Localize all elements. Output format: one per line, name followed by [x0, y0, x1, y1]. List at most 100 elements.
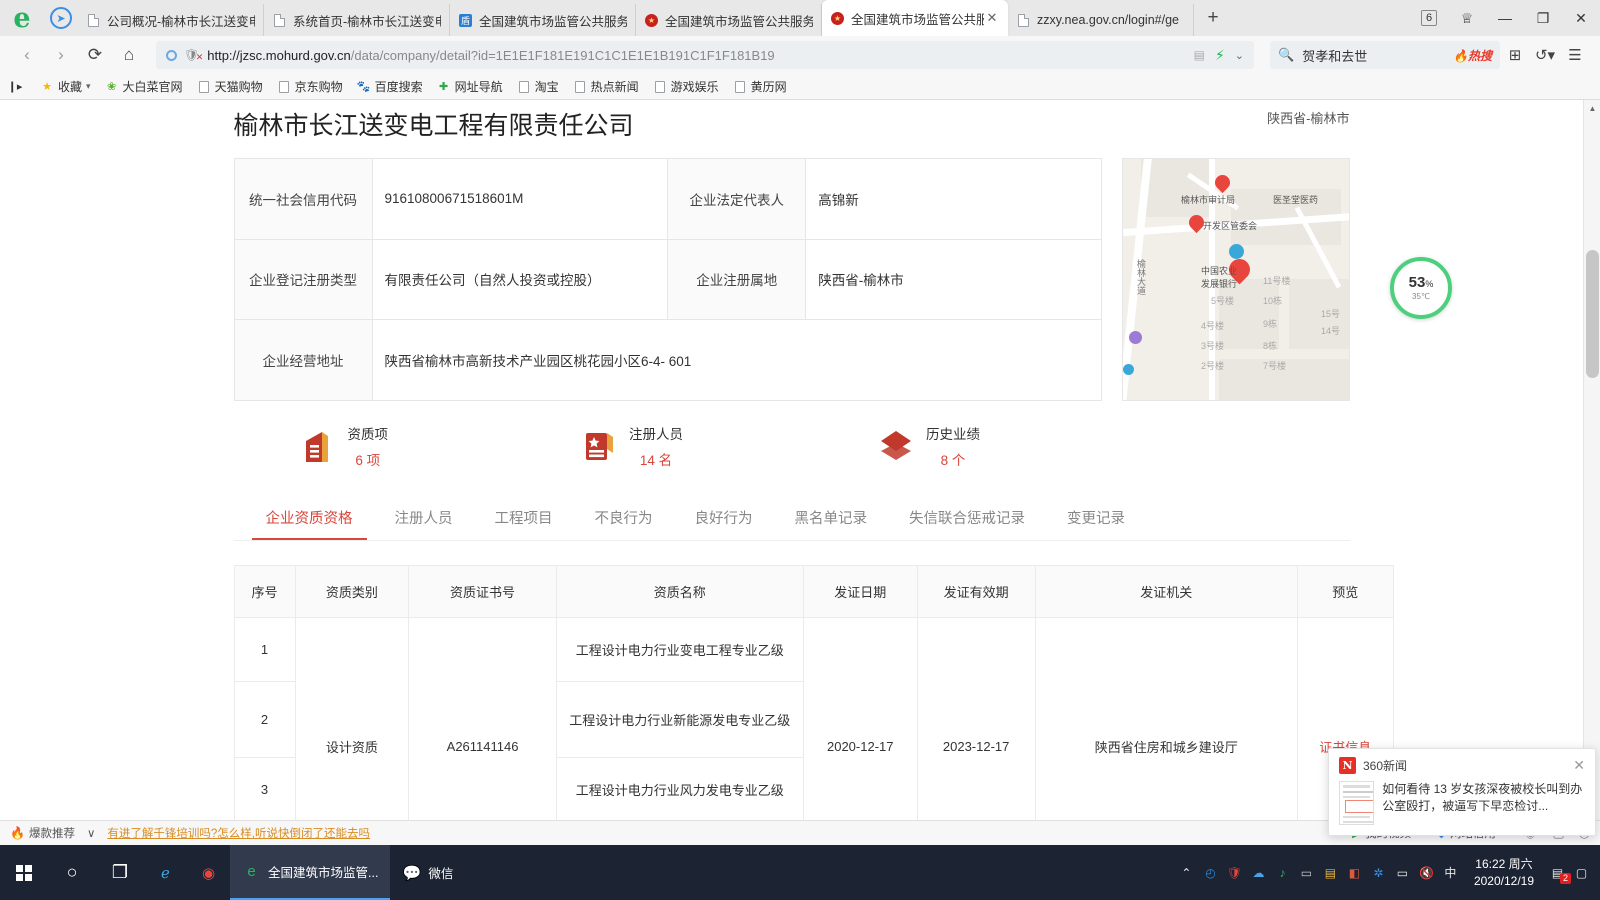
bookmark-item-jd[interactable]: 京东购物: [277, 78, 343, 95]
scrollbar-thumb[interactable]: [1586, 250, 1599, 378]
action-center-icon[interactable]: ▢: [1573, 864, 1590, 881]
promo-ad-link[interactable]: 有进了解千锋培训吗?怎么样,听说快倒闭了还能去吗: [107, 825, 370, 841]
chevron-down-icon[interactable]: ▾: [86, 81, 91, 92]
search-value: 贺孝和去世: [1302, 46, 1367, 65]
info-value: 有限责任公司（自然人投资或控股）: [372, 239, 668, 320]
page-info-icon[interactable]: [166, 50, 177, 61]
navigator-icon[interactable]: ➤: [44, 0, 78, 36]
notifications-icon[interactable]: ▤2: [1549, 864, 1566, 881]
url-input[interactable]: 🛡✕ http://jzsc.mohurd.gov.cn/data/compan…: [156, 41, 1254, 69]
bookmark-item-games[interactable]: 游戏娱乐: [653, 78, 719, 95]
location-map[interactable]: 榆林市审计局 医圣堂医药 开发区管委会 中国农业 发展银行 11号楼 5号楼 1…: [1122, 158, 1349, 401]
close-icon[interactable]: ✕: [984, 10, 1000, 26]
apps-grid-icon[interactable]: ▤: [1194, 48, 1205, 62]
new-tab-button[interactable]: +: [1194, 0, 1232, 36]
weather-widget[interactable]: 53% 35℃: [1390, 257, 1452, 319]
tab-count-badge[interactable]: 6: [1410, 0, 1448, 36]
app-icon[interactable]: ◧: [1346, 864, 1363, 881]
close-window-button[interactable]: ✕: [1562, 0, 1600, 36]
music-icon[interactable]: ♪: [1274, 864, 1291, 881]
bookmark-label: 天猫购物: [215, 78, 263, 95]
battery-icon[interactable]: ▭: [1394, 864, 1411, 881]
scroll-up-arrow[interactable]: ▲: [1584, 100, 1600, 117]
back-button[interactable]: ‹: [10, 40, 44, 70]
browser-tab-1[interactable]: 系统首页-榆林市长江送变电: [264, 4, 450, 36]
cloud-icon[interactable]: ☁: [1250, 864, 1267, 881]
stat-value: 6 项: [348, 449, 389, 469]
tab-bad-behavior[interactable]: 不良行为: [581, 495, 667, 540]
bookmark-label: 网址导航: [455, 78, 503, 95]
shield-icon[interactable]: 🛡: [1226, 864, 1243, 881]
taskbar-app-label: 全国建筑市场监管...: [268, 862, 378, 881]
bookmark-panel-toggle[interactable]: ❙▸: [8, 80, 26, 94]
bookmark-item-favorites[interactable]: ★ 收藏 ▾: [40, 78, 91, 95]
taskbar-clock[interactable]: 16:22 周六 2020/12/19: [1474, 856, 1534, 888]
browser-tab-5[interactable]: zzxy.nea.gov.cn/login#/ge: [1008, 4, 1194, 36]
minimize-button[interactable]: —: [1486, 0, 1524, 36]
folder-icon[interactable]: ▤: [1322, 864, 1339, 881]
bookmark-item-almanac[interactable]: 黄历网: [733, 78, 787, 95]
forward-button[interactable]: ›: [44, 40, 78, 70]
lightning-icon[interactable]: ⚡: [1215, 47, 1225, 64]
tab-title: 系统首页-榆林市长江送变电: [293, 11, 441, 30]
doc-icon: [653, 80, 667, 94]
hot-search-badge[interactable]: 🔥热搜: [1453, 47, 1492, 64]
bookmark-item-taobao[interactable]: 淘宝: [517, 78, 559, 95]
maximize-button[interactable]: ❐: [1524, 0, 1562, 36]
taskbar-app-edge[interactable]: ℯ: [144, 845, 187, 900]
tab-good-behavior[interactable]: 良好行为: [681, 495, 767, 540]
bookmark-item-dabaicai[interactable]: ❀ 大白菜官网: [105, 78, 183, 95]
news-popup-body[interactable]: 如何看待 13 岁女孩深夜被校长叫到办公室殴打，被逼写下早恋检讨...: [1339, 781, 1585, 825]
certificate-icon: [583, 429, 617, 463]
history-back-icon[interactable]: ↺▾: [1530, 40, 1560, 70]
start-button[interactable]: [0, 845, 48, 900]
stat-registered-staff[interactable]: 注册人员 14 名: [583, 423, 683, 469]
news-notification-popup[interactable]: N 360新闻 ✕ 如何看待 13 岁女孩深夜被校长叫到办公室殴打，被逼写下早恋…: [1328, 748, 1596, 836]
browser-tab-3[interactable]: ★ 全国建筑市场监管公共服务: [636, 4, 822, 36]
page-scrollbar[interactable]: ▲ ▼: [1583, 100, 1600, 820]
stat-history-performance[interactable]: 历史业绩 8 个: [878, 423, 980, 469]
shield-blocked-icon[interactable]: 🛡✕: [184, 48, 199, 62]
extensions-icon[interactable]: ⊞: [1500, 40, 1530, 70]
bookmark-item-baidu[interactable]: 🐾 百度搜索: [357, 78, 423, 95]
browser-window: e ➤ 公司概况-榆林市长江送变电 系统首页-榆林市长江送变电 盾 全国建筑市场…: [0, 0, 1600, 845]
window-controls: 6 ♕ — ❐ ✕: [1410, 0, 1600, 36]
taskbar-app-wechat[interactable]: 💬 微信: [390, 845, 465, 900]
column-header: 预览: [1297, 566, 1393, 618]
tab-registered-staff[interactable]: 注册人员: [381, 495, 467, 540]
ime-icon[interactable]: 中: [1442, 864, 1459, 881]
browser-tab-2[interactable]: 盾 全国建筑市场监管公共服务: [450, 4, 636, 36]
browser-tab-4-active[interactable]: ★ 全国建筑市场监管公共服务 ✕: [822, 0, 1008, 36]
search-input[interactable]: 🔍 贺孝和去世 🔥热搜: [1270, 41, 1500, 69]
bluetooth-icon[interactable]: ✲: [1370, 864, 1387, 881]
chevron-down-icon[interactable]: ⌄: [1235, 49, 1244, 62]
stat-title: 历史业绩: [926, 423, 980, 443]
bookmark-item-news[interactable]: 热点新闻: [573, 78, 639, 95]
promo-label[interactable]: 🔥 爆款推荐: [10, 825, 75, 841]
column-header: 序号: [234, 566, 295, 618]
tab-qualifications[interactable]: 企业资质资格: [252, 495, 367, 540]
taskbar-app-chrome[interactable]: ◉: [187, 845, 230, 900]
tab-projects[interactable]: 工程项目: [481, 495, 567, 540]
stat-qualifications[interactable]: 资质项 6 项: [302, 423, 389, 469]
close-icon[interactable]: ✕: [1573, 757, 1585, 774]
skin-icon[interactable]: ♕: [1448, 0, 1486, 36]
search-button[interactable]: ○: [48, 845, 96, 900]
volume-muted-icon[interactable]: 🔇: [1418, 864, 1435, 881]
task-view-button[interactable]: ❐: [96, 845, 144, 900]
home-icon[interactable]: ⌂: [112, 40, 146, 70]
tab-dishonesty[interactable]: 失信联合惩戒记录: [895, 495, 1039, 540]
reload-icon[interactable]: ⟳: [78, 40, 112, 70]
promo-caret[interactable]: ∨: [87, 826, 95, 840]
tray-expand-icon[interactable]: ⌃: [1178, 864, 1195, 881]
taskbar-left: ○ ❐ ℯ ◉ e 全国建筑市场监管... 💬 微信: [0, 845, 465, 900]
taskbar-app-browser-active[interactable]: e 全国建筑市场监管...: [230, 845, 390, 900]
bookmark-item-nav[interactable]: ✚ 网址导航: [437, 78, 503, 95]
tab-blacklist[interactable]: 黑名单记录: [781, 495, 882, 540]
browser-tab-0[interactable]: 公司概况-榆林市长江送变电: [78, 4, 264, 36]
tab-change-records[interactable]: 变更记录: [1053, 495, 1139, 540]
net-icon[interactable]: ◴: [1202, 864, 1219, 881]
menu-icon[interactable]: ☰: [1560, 40, 1590, 70]
bookmark-item-tmall[interactable]: 天猫购物: [197, 78, 263, 95]
monitor-icon[interactable]: ▭: [1298, 864, 1315, 881]
